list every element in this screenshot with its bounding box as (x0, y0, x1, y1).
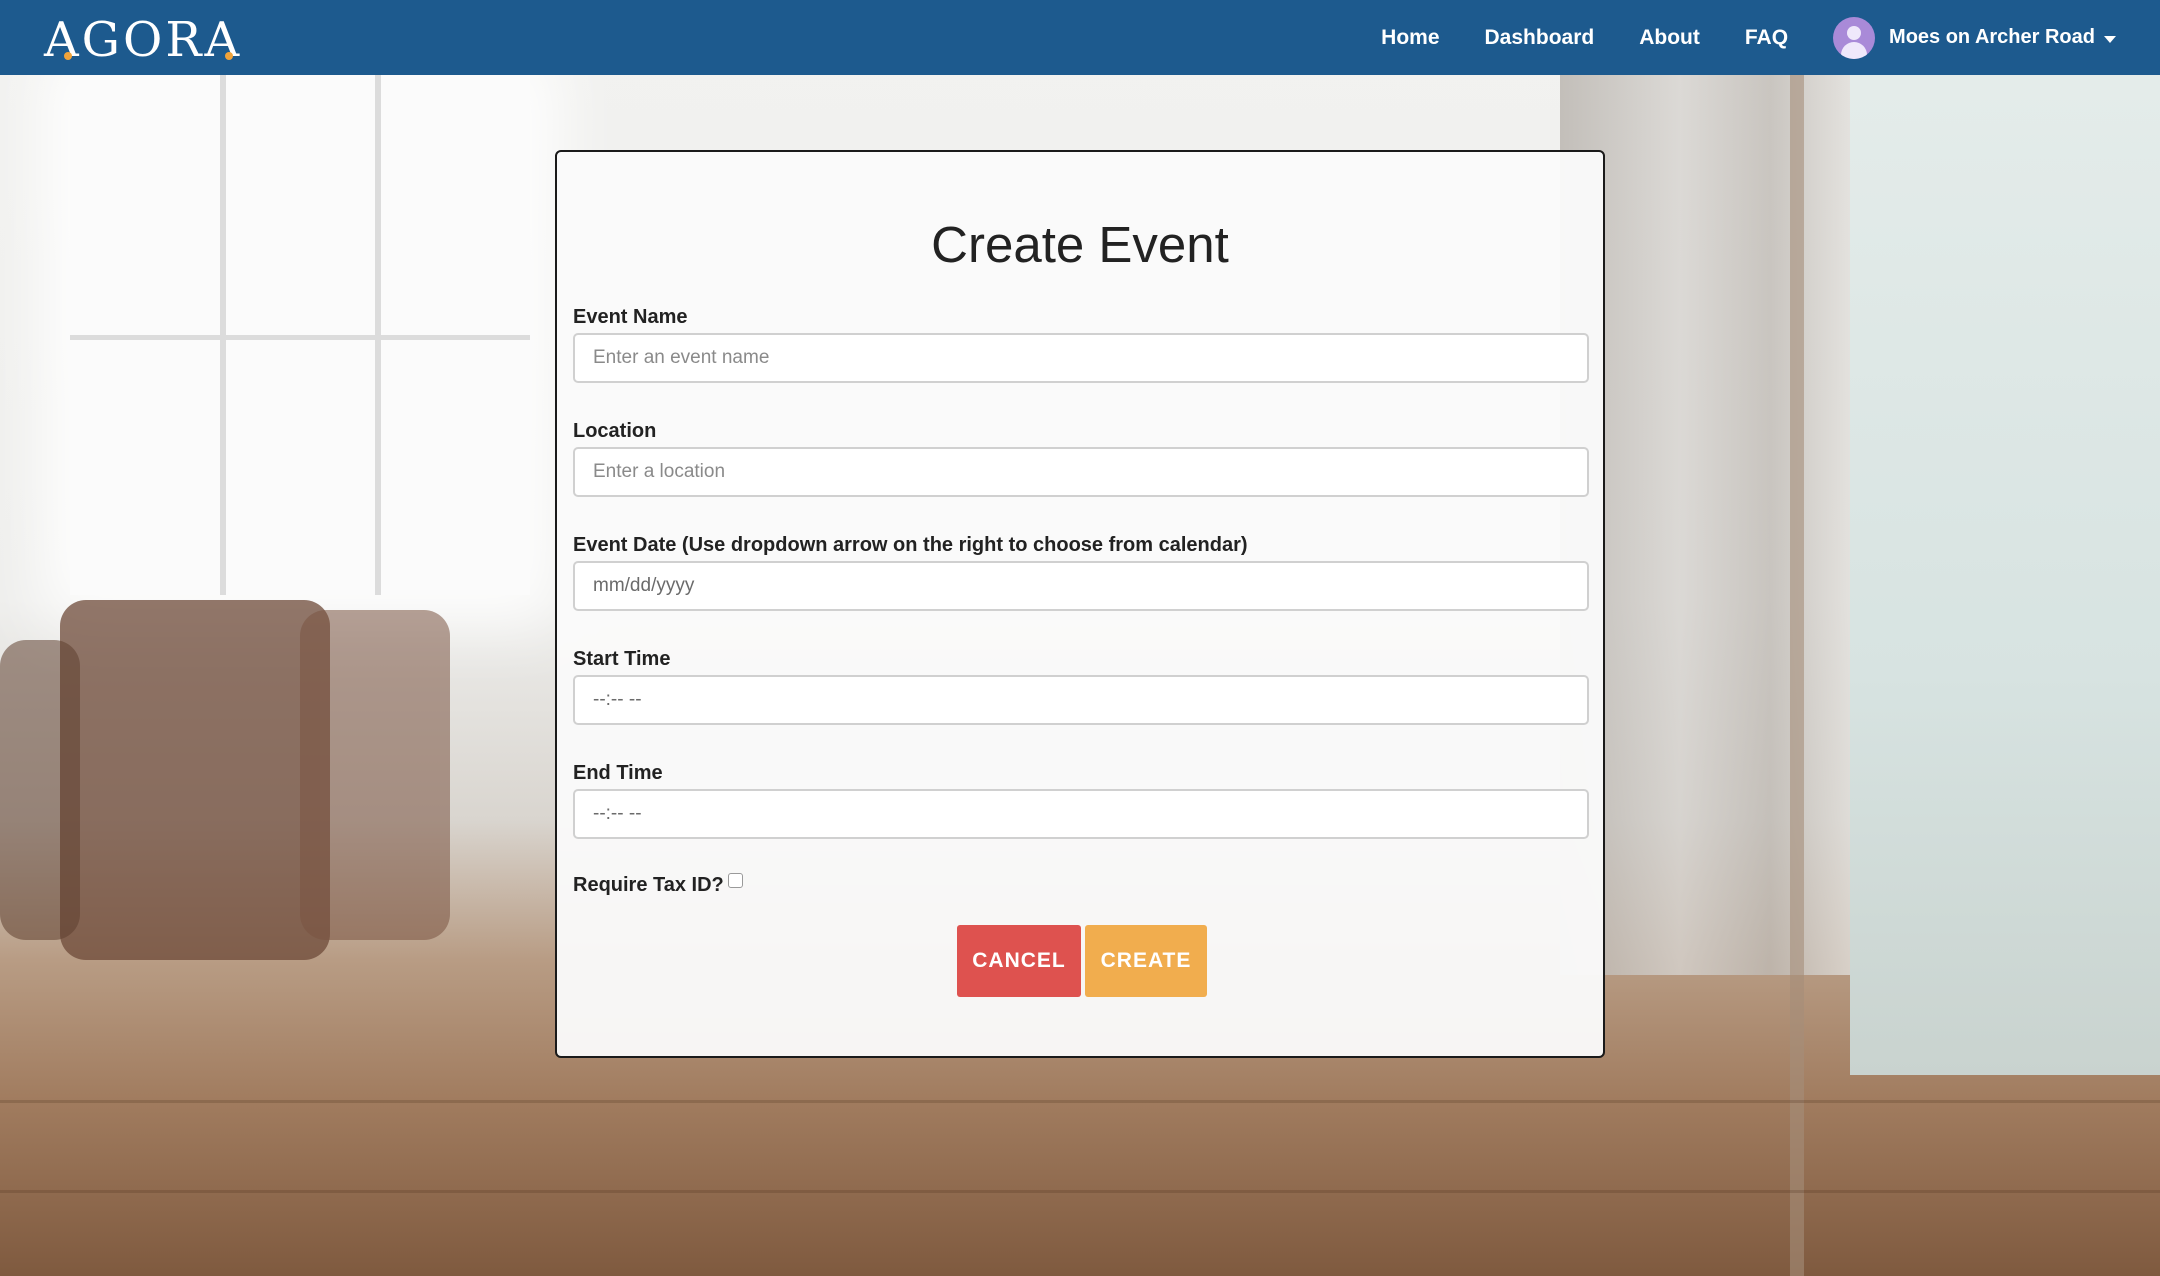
location-input[interactable] (573, 447, 1589, 497)
event-date-input[interactable] (573, 561, 1589, 611)
location-label: Location (573, 420, 657, 442)
require-tax-id-checkbox[interactable] (727, 873, 743, 888)
event-date-label: Event Date (Use dropdown arrow on the ri… (573, 534, 1248, 556)
create-event-card: Create Event Event Name Location Event D… (555, 150, 1605, 1058)
nav-link-dashboard[interactable]: Dashboard (1485, 26, 1595, 50)
page-title: Create Event (931, 216, 1229, 273)
user-avatar-icon (1833, 16, 1876, 59)
background-chair (60, 600, 330, 960)
create-button[interactable]: CREATE (1085, 925, 1207, 997)
nav-link-faq[interactable]: FAQ (1745, 26, 1788, 50)
require-tax-id-row: Require Tax ID? (573, 873, 743, 897)
user-menu[interactable]: Moes on Archer Road (1833, 16, 2116, 59)
nav-links: Home Dashboard About FAQ Moes on Archer … (1381, 0, 2160, 75)
navbar: AGORA Home Dashboard About FAQ Moes on A… (0, 0, 2160, 75)
background-chair (0, 640, 80, 940)
event-name-input[interactable] (573, 333, 1589, 383)
event-name-label: Event Name (573, 306, 688, 328)
end-time-label: End Time (573, 762, 663, 784)
user-name: Moes on Archer Road (1889, 26, 2095, 48)
background-pillar (1790, 75, 1804, 1276)
start-time-input[interactable] (573, 675, 1589, 725)
logo-accent-dot (64, 52, 72, 60)
end-time-input[interactable] (573, 789, 1589, 839)
cancel-button[interactable]: CANCEL (957, 925, 1081, 997)
nav-link-home[interactable]: Home (1381, 26, 1439, 50)
logo-accent-dot (225, 52, 233, 60)
caret-down-icon (2104, 35, 2116, 43)
logo-text: AGORA (44, 12, 243, 68)
background-window (70, 75, 530, 595)
background-chair (300, 610, 450, 940)
background-wall (1560, 75, 1860, 975)
nav-link-about[interactable]: About (1639, 26, 1700, 50)
require-tax-id-label: Require Tax ID? (573, 874, 724, 896)
start-time-label: Start Time (573, 648, 671, 670)
background-glass (1850, 75, 2160, 1075)
agora-logo[interactable]: AGORA (44, 12, 242, 68)
